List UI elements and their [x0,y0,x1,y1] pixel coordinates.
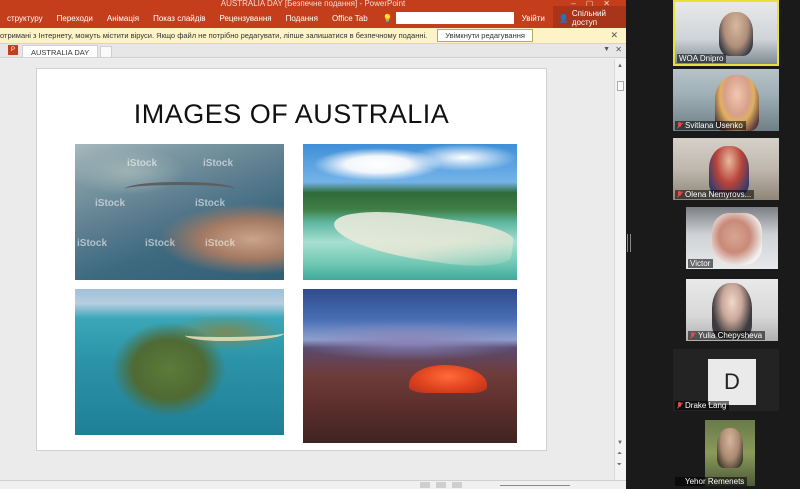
tell-me-input[interactable] [395,12,514,24]
participant-tile[interactable]: Victor [686,207,778,269]
document-tabs: P AUSTRALIA DAY ▼ ✕ [0,44,626,58]
close-icon[interactable]: ✕ [610,30,618,41]
participant-name-text: Drake Lang [685,401,727,410]
powerpoint-icon: P [8,45,18,55]
participant-name: Victor [688,259,714,268]
reading-view-button[interactable] [452,482,462,488]
share-label: Спільний доступ [571,9,606,27]
participant-name-text: WOA Dnipro [679,54,724,63]
zoom-slider[interactable] [500,482,580,488]
participant-video [719,12,753,56]
participant-name: Yehor Remenets [675,477,748,486]
whitehaven-beach-photo [303,144,517,280]
powerpoint-window: AUSTRALIA DAY [Безпечне подання] - Power… [0,0,626,489]
watermark-text: iStock [203,158,234,169]
participant-tile[interactable]: Yulia Chepysheva [686,279,778,341]
participant-name-text: Yehor Remenets [685,477,745,486]
slide-sorter-button[interactable] [436,482,446,488]
avatar: D [708,359,756,405]
splitter-grip-icon[interactable] [627,234,631,252]
uluru-photo [303,289,517,443]
participant-name: Drake Lang [675,401,730,410]
ribbon-tabs: структуру Переходи Анімація Показ слайді… [0,6,626,30]
slide-canvas: IMAGES OF AUSTRALIA iStock iStock iStock… [0,59,614,480]
muted-mic-icon [677,122,683,129]
new-tab-button[interactable] [100,46,113,57]
ribbon-right: Увійти 👤 Спільний доступ [514,6,626,30]
normal-view-button[interactable] [420,482,430,488]
tab-transitions[interactable]: Переходи [50,14,100,23]
sand-shape [330,203,516,273]
participant-video [709,146,749,196]
close-tab-icon[interactable]: ✕ [615,45,622,54]
scroll-up-icon[interactable]: ▲ [617,63,623,69]
uluru-rock-shape [409,365,487,393]
participant-tile[interactable]: D Drake Lang [673,349,779,411]
participant-name-text: Victor [690,259,711,268]
tab-view[interactable]: Подання [279,14,325,23]
next-slide-icon[interactable]: ⏷ [617,462,622,469]
protected-view-message: отримані з Інтернету, можуть містити вір… [0,31,428,40]
sand-shape [185,327,284,341]
participant-name-text: Svitlana Usenko [685,121,743,130]
sydney-harbour-photo: iStock iStock iStock iStock iStock iStoc… [75,144,284,280]
slide: IMAGES OF AUSTRALIA iStock iStock iStock… [36,68,547,451]
participant-name: WOA Dnipro [677,54,727,63]
vertical-scrollbar[interactable]: ▲ ▼ ⏶ ⏷ [614,59,626,480]
watermark-text: iStock [127,158,158,169]
lightbulb-icon: 💡 [382,13,393,23]
participant-video [712,213,762,265]
slide-title: IMAGES OF AUSTRALIA [133,99,450,129]
doc-tab-australia-day[interactable]: AUSTRALIA DAY [22,45,99,57]
participants-panel: WOA Dnipro Svitlana Usenko Olena Nemyrov… [670,0,800,489]
byron-bay-photo [75,289,284,435]
chevron-down-icon[interactable]: ▼ [603,46,610,53]
participant-name: Olena Nemyrovs... [675,190,755,199]
screen: AUSTRALIA DAY [Безпечне подання] - Power… [0,0,800,489]
participant-video [717,428,743,468]
muted-mic-icon [690,332,696,339]
tell-me: 💡 [383,12,514,24]
participant-tile[interactable]: WOA Dnipro [673,0,779,66]
protected-view-bar: отримані з Інтернету, можуть містити вір… [0,28,626,44]
scroll-down-icon[interactable]: ▼ [617,440,623,446]
watermark-text: iStock [77,238,108,249]
panel-splitter[interactable] [626,0,670,489]
person-icon: 👤 [558,13,569,23]
tab-design[interactable]: структуру [0,14,50,23]
muted-mic-icon [677,402,683,409]
tab-review[interactable]: Рецензування [212,14,278,23]
status-bar [0,480,626,489]
watermark-text: iStock [205,238,236,249]
muted-mic-icon [677,478,683,485]
bridge-shape [125,182,235,196]
share-button[interactable]: 👤 Спільний доступ [552,6,626,30]
prev-slide-icon[interactable]: ⏶ [617,451,622,458]
participant-name-text: Yulia Chepysheva [698,331,763,340]
signin-link[interactable]: Увійти [514,14,553,23]
tab-animation[interactable]: Анімація [100,14,146,23]
participant-tile[interactable]: Olena Nemyrovs... [673,138,779,200]
participant-name: Yulia Chepysheva [688,331,766,340]
muted-mic-icon [677,191,683,198]
participant-tile[interactable]: Svitlana Usenko [673,69,779,131]
participant-name-text: Olena Nemyrovs... [685,190,752,199]
tab-office-tab[interactable]: Office Tab [325,14,375,23]
window-title: AUSTRALIA DAY [Безпечне подання] - Power… [220,0,406,8]
enable-editing-button[interactable]: Увімкнути редагування [437,29,533,42]
watermark-text: iStock [95,198,126,209]
watermark-text: iStock [145,238,176,249]
scroll-thumb[interactable] [617,81,624,91]
zoom-track [500,485,570,486]
view-buttons [420,482,480,488]
watermark-text: iStock [195,198,226,209]
tab-slideshow[interactable]: Показ слайдів [146,14,212,23]
participant-name: Svitlana Usenko [675,121,746,130]
